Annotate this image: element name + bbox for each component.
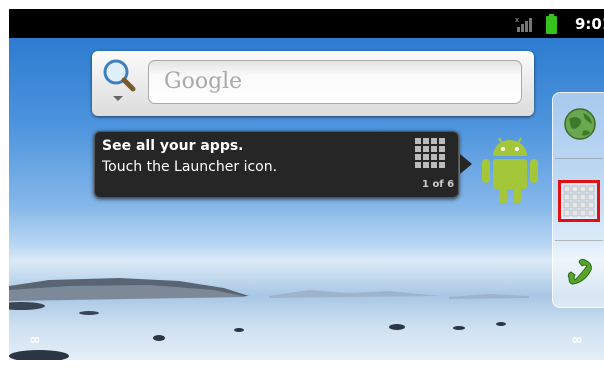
hint-title: See all your apps. [102,138,244,154]
svg-text:x: x [515,16,519,24]
right-screen-indicator[interactable]: ∞ [571,332,583,348]
hint-arrow [460,154,472,174]
search-input[interactable]: Google [148,60,522,104]
status-bar: x 9:01 [9,9,604,38]
dock-divider [555,158,603,159]
hint-subtitle: Touch the Launcher icon. [102,159,278,175]
dock-divider [555,240,603,241]
home-wallpaper: Google See all your apps. Touch the Laun… [9,38,604,360]
hint-page-indicator: 1 of 6 [422,179,455,190]
launcher-grid-icon [563,185,595,217]
app-dock [552,92,604,308]
battery-icon [546,14,557,34]
launcher-grid-icon [415,138,445,168]
signal-icon: x [515,16,532,32]
launcher-hint-bubble[interactable]: See all your apps. Touch the Launcher ic… [94,131,472,198]
search-icon[interactable] [101,58,137,104]
device-screen: x 9:01 [9,9,604,360]
phone-icon[interactable] [563,254,597,288]
android-robot-icon [482,137,538,204]
search-placeholder: Google [164,69,243,94]
globe-icon[interactable] [563,107,597,141]
launcher-button[interactable] [558,180,600,222]
left-screen-indicator[interactable]: ∞ [29,332,41,348]
clock: 9:01 [575,15,604,33]
google-search-widget[interactable]: Google [92,51,534,116]
